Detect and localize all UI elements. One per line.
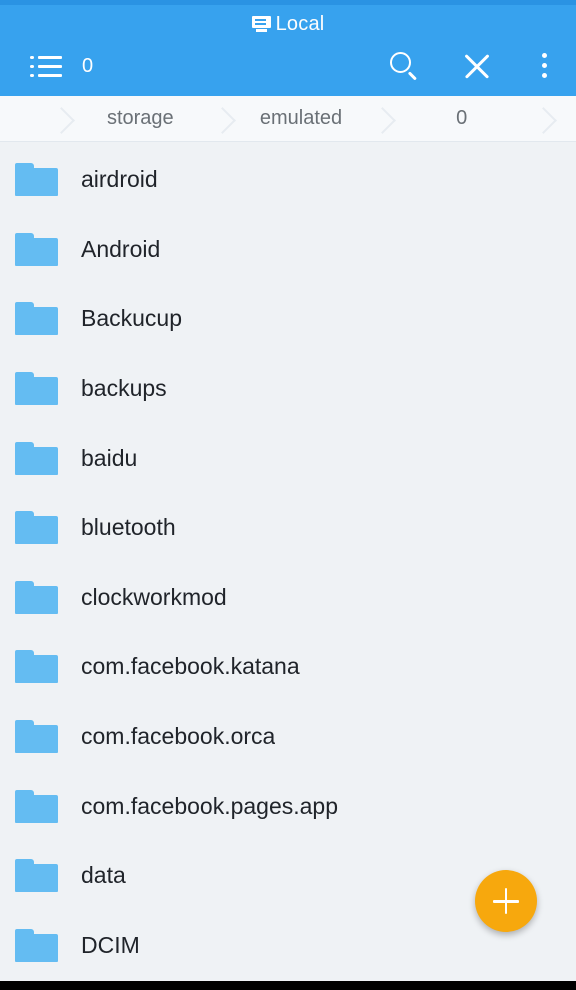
selection-count: 0	[82, 54, 94, 77]
list-item-label: DCIM	[81, 931, 140, 958]
list-item[interactable]: airdroid	[0, 145, 576, 215]
folder-icon	[15, 302, 58, 336]
folder-icon	[15, 789, 58, 823]
folder-icon	[15, 720, 58, 754]
list-item-label: com.facebook.katana	[81, 653, 300, 680]
list-item-label: Android	[81, 235, 161, 262]
list-item[interactable]: Backucup	[0, 284, 576, 354]
device-screen-icon	[251, 16, 271, 32]
list-item[interactable]: com.facebook.orca	[0, 702, 576, 772]
window-title-text: Local	[275, 12, 325, 35]
list-item-label: com.facebook.orca	[81, 723, 276, 750]
folder-icon	[15, 511, 58, 545]
app-bar-actions: 0	[0, 37, 576, 116]
folder-icon	[15, 441, 58, 475]
folder-icon	[15, 650, 58, 684]
list-item-label: Backucup	[81, 305, 183, 332]
app-bar: Local 0	[0, 5, 576, 116]
list-item-label: com.facebook.pages.app	[81, 792, 339, 819]
list-item-label: bluetooth	[81, 514, 176, 541]
navigation-bar	[0, 981, 576, 990]
window-title: Local	[0, 11, 576, 37]
breadcrumb: storage emulated 0	[0, 96, 576, 142]
list-item[interactable]: com.facebook.pages.app	[0, 771, 576, 841]
add-button[interactable]	[475, 870, 537, 932]
list-item-label: clockworkmod	[81, 583, 227, 610]
file-manager-app: Local 0 storage emulated 0 airdroid Andr…	[0, 0, 576, 990]
list-item[interactable]: baidu	[0, 423, 576, 493]
folder-icon	[15, 163, 58, 197]
folder-icon	[15, 232, 58, 266]
folder-icon	[15, 580, 58, 614]
list-item[interactable]: com.facebook.katana	[0, 632, 576, 702]
list-view-icon[interactable]	[16, 37, 76, 95]
list-item-label: airdroid	[81, 166, 158, 193]
breadcrumb-item-emulated[interactable]: emulated	[221, 96, 382, 141]
breadcrumb-item-0[interactable]: 0	[381, 96, 542, 141]
breadcrumb-item-storage[interactable]: storage	[60, 96, 221, 141]
folder-icon	[15, 928, 58, 962]
list-item[interactable]: bluetooth	[0, 493, 576, 563]
folder-icon	[15, 372, 58, 406]
folder-icon	[15, 859, 58, 893]
breadcrumb-label: emulated	[259, 107, 343, 129]
list-item-label: data	[81, 862, 126, 889]
breadcrumb-label: storage	[106, 107, 174, 129]
file-list: airdroid Android Backucup backups baidu …	[0, 142, 576, 981]
breadcrumb-root[interactable]	[0, 96, 60, 141]
breadcrumb-label: 0	[456, 107, 468, 129]
more-vertical-icon[interactable]	[514, 37, 576, 95]
search-icon[interactable]	[368, 37, 440, 95]
close-icon[interactable]	[440, 37, 514, 95]
list-item[interactable]: Android	[0, 215, 576, 285]
list-item[interactable]: backups	[0, 354, 576, 424]
list-item-label: backups	[81, 375, 167, 402]
list-item-label: baidu	[81, 444, 138, 471]
list-item[interactable]: clockworkmod	[0, 563, 576, 633]
